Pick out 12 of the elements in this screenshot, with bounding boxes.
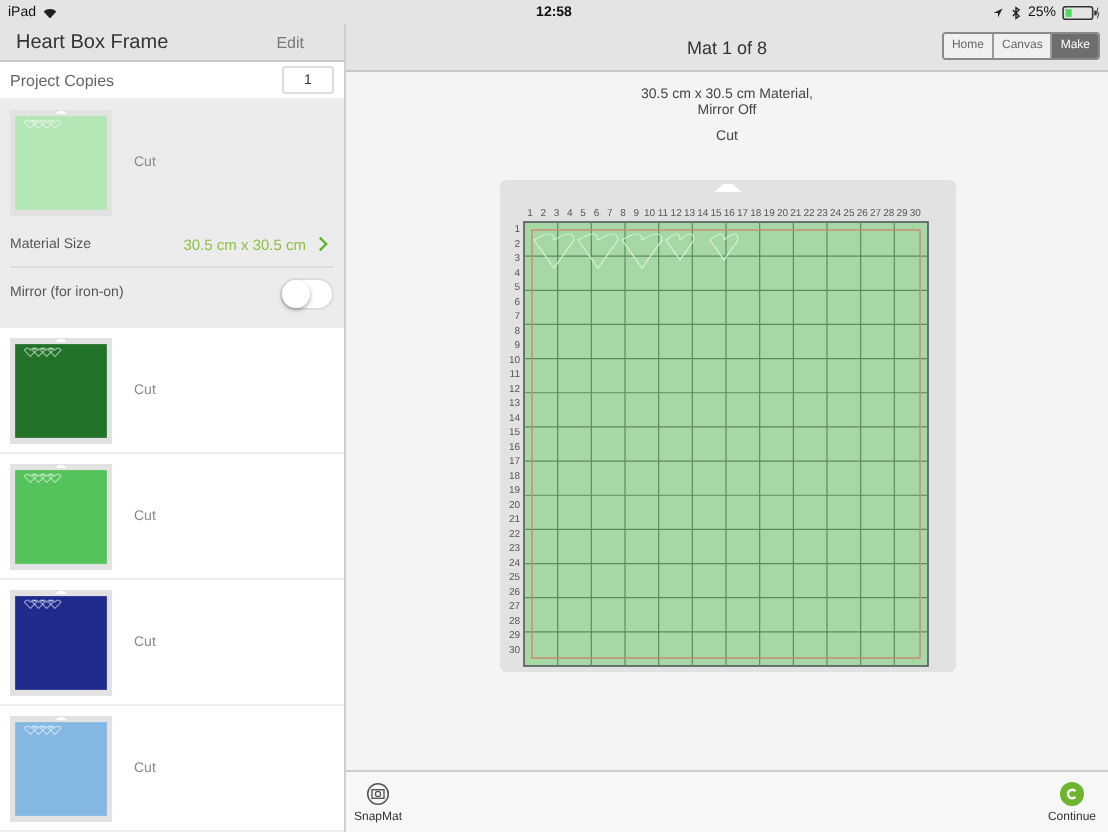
mat-title: Mat 1 of 8 xyxy=(686,37,768,57)
camera-icon xyxy=(366,781,390,805)
project-title: Heart Box Frame xyxy=(16,31,169,53)
bluetooth-icon xyxy=(1009,5,1022,19)
battery-icon xyxy=(1062,5,1100,19)
edit-button[interactable]: Edit xyxy=(276,33,304,51)
copies-label: Project Copies xyxy=(10,71,115,89)
circle-c-icon xyxy=(1059,781,1084,805)
wifi-icon xyxy=(42,5,59,19)
location-icon xyxy=(991,5,1004,19)
mirror-toggle[interactable] xyxy=(280,277,334,309)
chevron-icon xyxy=(318,236,328,252)
